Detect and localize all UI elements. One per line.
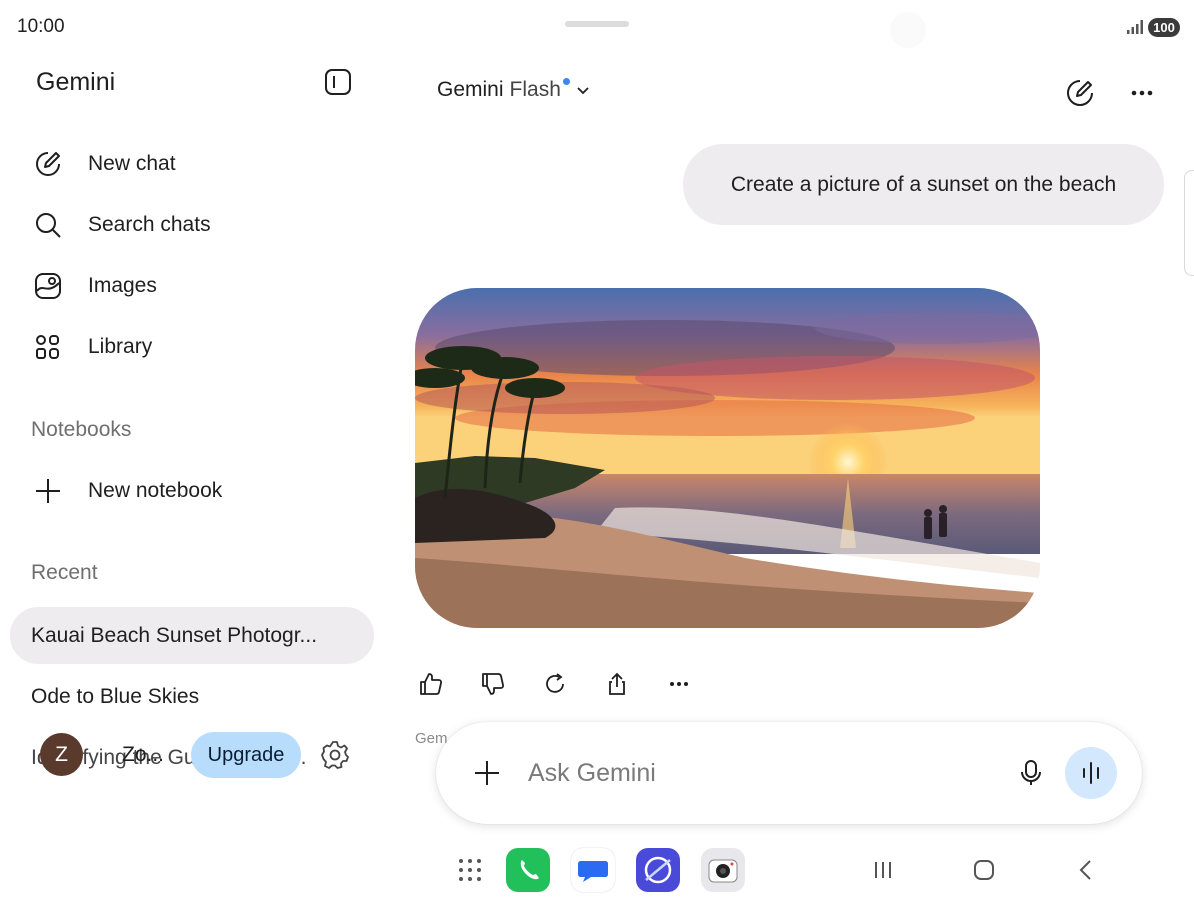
ask-gemini-input[interactable]	[528, 752, 978, 794]
signal-icon	[1127, 20, 1143, 34]
back-icon[interactable]	[1072, 856, 1100, 884]
disclaimer-text: Gem	[415, 730, 448, 747]
sidebar: Gemini New chat Search chats Images Libr…	[0, 54, 385, 841]
browser-app-icon[interactable]	[636, 848, 680, 892]
new-chat-icon[interactable]	[1065, 78, 1095, 108]
model-name: Gemini	[437, 78, 504, 101]
status-time: 10:00	[17, 16, 65, 37]
nav-label: Images	[88, 274, 157, 297]
app-drawer-icon[interactable]	[456, 856, 484, 884]
model-variant: Flash	[509, 78, 561, 101]
user-message-bubble: Create a picture of a sunset on the beac…	[683, 144, 1164, 225]
recent-heading: Recent	[31, 561, 98, 584]
more-options-icon[interactable]	[1127, 78, 1157, 108]
nav-search-chats[interactable]: Search chats	[32, 203, 211, 247]
drag-handle[interactable]	[565, 21, 629, 27]
library-icon	[32, 331, 64, 363]
battery-indicator: 100	[1148, 18, 1180, 37]
avatar[interactable]: Z	[40, 733, 83, 776]
search-icon	[32, 209, 64, 241]
camera-app-icon[interactable]	[701, 848, 745, 892]
new-chat-icon	[32, 148, 64, 180]
more-options-icon[interactable]	[663, 668, 695, 700]
share-icon[interactable]	[601, 668, 633, 700]
chevron-down-icon	[577, 87, 589, 95]
home-icon[interactable]	[970, 856, 998, 884]
nav-label: Library	[88, 335, 153, 358]
images-icon	[32, 270, 64, 302]
nav-library[interactable]: Library	[32, 325, 152, 369]
nav-label: Search chats	[88, 213, 211, 236]
prompt-input-bar	[436, 722, 1142, 824]
account-name[interactable]: Zo...	[122, 743, 164, 767]
recent-apps-icon[interactable]	[869, 856, 897, 884]
account-row: Z Zo... Upgrade	[40, 732, 370, 778]
regenerate-icon[interactable]	[539, 668, 571, 700]
thumbs-down-icon[interactable]	[477, 668, 509, 700]
thumbs-up-icon[interactable]	[415, 668, 447, 700]
microphone-icon[interactable]	[1016, 758, 1046, 788]
new-indicator-dot	[562, 77, 570, 85]
nav-new-chat[interactable]: New chat	[32, 142, 176, 186]
sidebar-toggle-icon[interactable]	[324, 68, 352, 96]
notebooks-heading: Notebooks	[31, 418, 132, 441]
plus-icon	[32, 475, 64, 507]
gear-icon[interactable]	[320, 740, 350, 770]
live-voice-button[interactable]	[1065, 747, 1117, 799]
new-notebook-button[interactable]: New notebook	[32, 469, 222, 513]
status-bar: 10:00 100	[0, 0, 1194, 54]
app-title: Gemini	[36, 68, 116, 96]
nav-images[interactable]: Images	[32, 264, 157, 308]
phone-app-icon[interactable]	[506, 848, 550, 892]
messages-app-icon[interactable]	[571, 848, 615, 892]
response-actions	[415, 668, 725, 702]
camera-cutout	[890, 12, 926, 48]
new-notebook-label: New notebook	[88, 479, 223, 502]
taskbar	[0, 841, 1194, 901]
upgrade-button[interactable]: Upgrade	[191, 732, 301, 778]
scroll-indicator[interactable]	[1184, 170, 1194, 276]
recent-chat-item[interactable]: Kauai Beach Sunset Photogr...	[10, 607, 374, 664]
model-picker[interactable]: Gemini Flash	[437, 77, 590, 102]
plus-icon[interactable]	[472, 758, 502, 788]
recent-chat-item[interactable]: Ode to Blue Skies	[10, 668, 374, 725]
audio-wave-icon	[1083, 762, 1099, 784]
nav-label: New chat	[88, 152, 176, 175]
generated-image[interactable]	[415, 288, 1040, 628]
